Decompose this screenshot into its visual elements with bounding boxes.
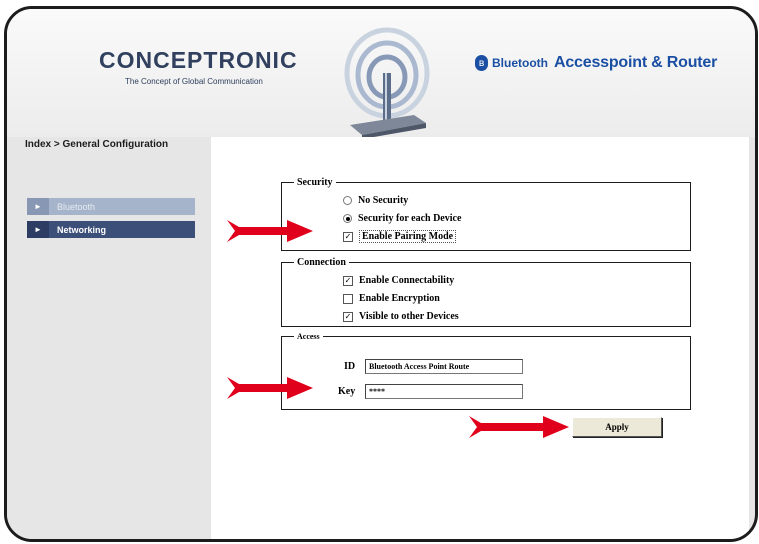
window-frame: CONCEPTRONIC The Concept of Global Commu…	[4, 6, 758, 542]
checkbox-label: Enable Pairing Mode	[359, 230, 457, 243]
product-title: ʙ Bluetooth Accesspoint & Router	[475, 54, 717, 72]
checkbox-label: Enable Connectability	[359, 275, 455, 286]
breadcrumb[interactable]: Index > General Configuration	[25, 139, 168, 150]
bluetooth-wordmark: Bluetooth	[492, 56, 548, 70]
key-input[interactable]: ****	[365, 384, 523, 399]
radio-indicator	[343, 196, 352, 205]
sidebar-item-bluetooth[interactable]: ► Bluetooth	[27, 198, 195, 215]
id-input[interactable]: Bluetooth Access Point Route	[365, 359, 523, 374]
radio-label: Security for each Device	[358, 213, 462, 224]
apply-button[interactable]: Apply	[572, 417, 662, 437]
connection-legend: Connection	[297, 257, 346, 268]
header-banner: CONCEPTRONIC The Concept of Global Commu…	[7, 9, 755, 139]
key-label: Key	[338, 386, 356, 397]
security-each-device-radio[interactable]: Security for each Device	[343, 213, 461, 224]
brand-logo: CONCEPTRONIC	[99, 47, 298, 73]
checkbox-box: ✓	[343, 311, 353, 322]
sidebar-item-label: Networking	[57, 224, 107, 235]
enable-pairing-checkbox[interactable]: ✓ Enable Pairing Mode	[343, 230, 457, 243]
bluetooth-icon: ʙ	[475, 55, 488, 71]
red-arrow-icon	[469, 416, 569, 438]
checkbox-box	[343, 293, 353, 304]
product-name: Accesspoint & Router	[554, 54, 718, 71]
enable-connectability-checkbox[interactable]: ✓ Enable Connectability	[343, 275, 454, 286]
checkbox-label: Visible to other Devices	[359, 311, 459, 322]
red-arrow-icon	[227, 377, 313, 399]
sidebar-item-label: Bluetooth	[57, 201, 96, 212]
checkbox-box: ✓	[343, 275, 353, 286]
no-security-radio[interactable]: No Security	[343, 195, 408, 206]
sidebar-item-networking[interactable]: ► Networking	[27, 221, 195, 238]
radio-indicator	[343, 214, 352, 223]
radio-label: No Security	[358, 195, 409, 206]
checkbox-label: Enable Encryption	[359, 293, 440, 304]
triangle-bullet-icon: ►	[27, 221, 49, 238]
main-content: Security No Security Security for each D…	[211, 137, 749, 539]
red-arrow-icon	[227, 220, 313, 242]
enable-encryption-checkbox[interactable]: Enable Encryption	[343, 293, 440, 304]
triangle-bullet-icon: ►	[27, 198, 49, 215]
security-legend: Security	[297, 177, 333, 188]
visible-to-devices-checkbox[interactable]: ✓ Visible to other Devices	[343, 311, 459, 322]
brand-tagline: The Concept of Global Communication	[125, 77, 263, 86]
id-label: ID	[344, 361, 356, 372]
access-legend: Access	[297, 332, 320, 341]
wireless-router-icon	[344, 27, 430, 139]
checkbox-box: ✓	[343, 231, 353, 242]
